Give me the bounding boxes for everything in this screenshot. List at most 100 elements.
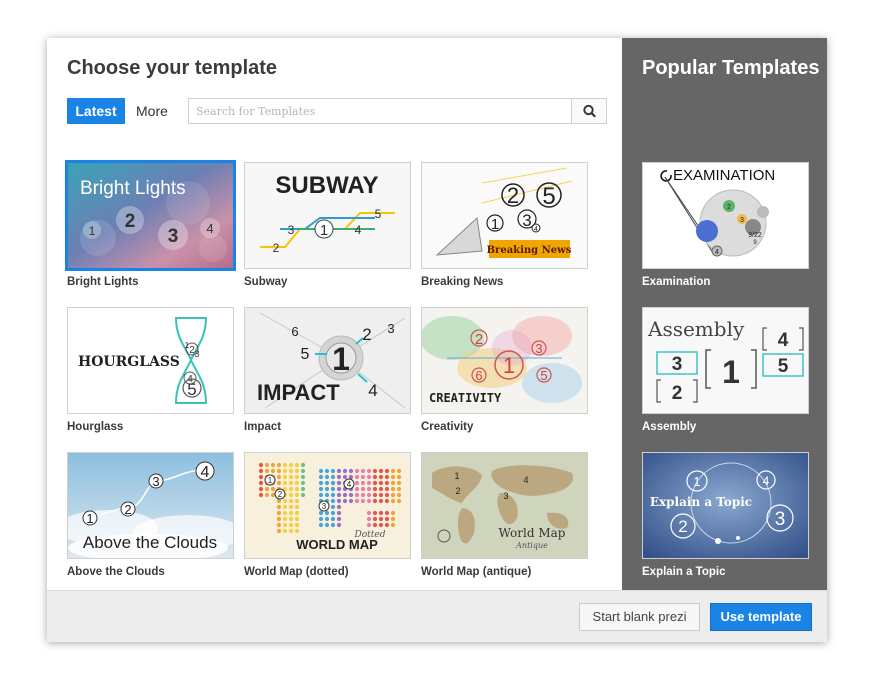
svg-text:Breaking News: Breaking News bbox=[487, 245, 572, 256]
svg-text:3: 3 bbox=[740, 217, 744, 224]
svg-text:2: 2 bbox=[727, 204, 731, 211]
svg-text:1: 1 bbox=[454, 471, 459, 481]
dialog-title: Choose your template bbox=[67, 57, 278, 79]
svg-text:1: 1 bbox=[332, 341, 350, 377]
svg-text:1: 1 bbox=[491, 216, 499, 233]
svg-text:1: 1 bbox=[693, 474, 700, 489]
svg-text:3: 3 bbox=[503, 491, 508, 501]
svg-text:CREATIVITY: CREATIVITY bbox=[429, 391, 502, 405]
start-blank-prezi-button[interactable]: Start blank prezi bbox=[579, 603, 700, 631]
svg-text:2: 2 bbox=[125, 211, 136, 232]
svg-text:4: 4 bbox=[534, 226, 538, 233]
svg-text:SUBWAY: SUBWAY bbox=[275, 172, 378, 199]
popular-templates-panel: Popular Templates EXAMINATION 2 3 4 9/22 bbox=[622, 38, 827, 590]
template-name: Creativity bbox=[421, 421, 474, 433]
template-thumbnail: 1 2 3 4 5 6 IMPACT bbox=[244, 307, 411, 414]
template-name: Breaking News bbox=[421, 276, 504, 288]
svg-text:5: 5 bbox=[375, 207, 382, 221]
search-input[interactable] bbox=[189, 99, 572, 123]
svg-text:1: 1 bbox=[89, 224, 96, 238]
template-thumbnail: 1 2 3 4 Above the Clouds bbox=[67, 452, 234, 559]
svg-text:4: 4 bbox=[778, 330, 789, 351]
svg-text:Bright Lights: Bright Lights bbox=[80, 178, 186, 199]
svg-text:4: 4 bbox=[201, 464, 210, 481]
search-icon bbox=[583, 104, 596, 118]
svg-text:4: 4 bbox=[368, 381, 377, 400]
svg-text:Antique: Antique bbox=[515, 541, 548, 550]
svg-text:3: 3 bbox=[194, 349, 199, 359]
svg-text:4: 4 bbox=[523, 475, 528, 485]
svg-text:5: 5 bbox=[187, 380, 196, 399]
svg-text:World Map: World Map bbox=[499, 526, 566, 540]
template-name: Impact bbox=[244, 421, 282, 433]
svg-text:5: 5 bbox=[542, 183, 555, 210]
tab-more[interactable]: More bbox=[125, 98, 179, 124]
svg-text:3: 3 bbox=[775, 509, 786, 530]
svg-text:2: 2 bbox=[678, 517, 687, 536]
use-template-button[interactable]: Use template bbox=[710, 603, 812, 631]
svg-text:2: 2 bbox=[273, 241, 280, 255]
template-gallery-panel: Choose your template Latest More Search … bbox=[47, 38, 622, 590]
template-search bbox=[188, 98, 607, 124]
popular-templates-title: Popular Templates bbox=[642, 57, 820, 79]
svg-text:IMPACT: IMPACT bbox=[257, 380, 340, 405]
svg-text:Assembly: Assembly bbox=[647, 317, 745, 341]
svg-text:3: 3 bbox=[672, 354, 683, 375]
template-thumbnail: 1 2 3 4 Explain a Topic bbox=[642, 452, 809, 559]
template-thumbnail: 1 2 3 4 Dotted WORLD MAP bbox=[244, 452, 411, 559]
svg-text:EXAMINATION: EXAMINATION bbox=[673, 167, 775, 184]
svg-text:2: 2 bbox=[362, 325, 371, 344]
svg-text:1: 1 bbox=[86, 511, 93, 526]
svg-text:4: 4 bbox=[715, 249, 719, 256]
svg-text:2: 2 bbox=[672, 383, 683, 404]
template-name: Subway bbox=[244, 276, 288, 288]
template-thumbnail: Assembly 1 3 2 4 5 bbox=[642, 307, 809, 414]
svg-text:Above the Clouds: Above the Clouds bbox=[83, 533, 217, 552]
svg-text:2: 2 bbox=[475, 331, 483, 348]
svg-text:3: 3 bbox=[522, 211, 531, 230]
svg-text:1: 1 bbox=[503, 353, 515, 378]
svg-text:5: 5 bbox=[301, 346, 310, 363]
search-button[interactable] bbox=[571, 99, 606, 123]
svg-text:9/22: 9/22 bbox=[748, 232, 762, 239]
svg-text:6: 6 bbox=[475, 368, 482, 383]
svg-text:4: 4 bbox=[355, 223, 362, 237]
template-thumbnail: 2 1 3 4 5 HOURGLASS bbox=[67, 307, 234, 414]
template-name: World Map (dotted) bbox=[244, 566, 349, 578]
tab-latest[interactable]: Latest bbox=[67, 98, 125, 124]
svg-text:3: 3 bbox=[288, 223, 295, 237]
svg-text:2: 2 bbox=[455, 486, 460, 496]
svg-text:2: 2 bbox=[278, 490, 283, 499]
svg-text:1: 1 bbox=[268, 476, 273, 485]
template-thumbnail: EXAMINATION 2 3 4 9/22 9 bbox=[642, 162, 809, 269]
template-thumbnail: SUBWAY 1 2 3 4 5 bbox=[244, 162, 411, 269]
svg-text:WORLD MAP: WORLD MAP bbox=[296, 537, 378, 552]
svg-text:3: 3 bbox=[322, 502, 327, 511]
template-name: World Map (antique) bbox=[421, 566, 532, 578]
svg-text:5: 5 bbox=[778, 356, 789, 377]
svg-text:3: 3 bbox=[168, 226, 179, 247]
svg-text:4: 4 bbox=[347, 480, 352, 489]
template-thumbnail: 1 2 3 5 6 CREATIVITY bbox=[421, 307, 588, 414]
template-chooser-dialog: Choose your template Latest More Search … bbox=[47, 38, 827, 642]
template-thumbnail: 1 2 3 4 World Map Antique bbox=[421, 452, 588, 559]
template-name: Bright Lights bbox=[67, 276, 139, 288]
svg-text:3: 3 bbox=[387, 321, 394, 336]
template-name: Explain a Topic bbox=[642, 566, 726, 578]
svg-text:4: 4 bbox=[206, 221, 213, 236]
svg-text:Explain a Topic: Explain a Topic bbox=[650, 495, 752, 509]
template-thumbnail: Bright Lights 1 2 3 4 bbox=[65, 160, 236, 271]
svg-text:1: 1 bbox=[320, 222, 328, 239]
svg-text:2: 2 bbox=[507, 183, 519, 208]
dialog-footer: Start blank prezi Use template bbox=[47, 590, 827, 642]
svg-text:3: 3 bbox=[152, 474, 159, 489]
template-name: Above the Clouds bbox=[67, 566, 165, 578]
template-name: Examination bbox=[642, 276, 711, 288]
template-name: Assembly bbox=[642, 421, 697, 433]
svg-text:1: 1 bbox=[185, 341, 190, 350]
template-thumbnail: 2 5 1 3 4 Breaking News bbox=[421, 162, 588, 269]
template-name: Hourglass bbox=[67, 421, 124, 433]
svg-text:4: 4 bbox=[763, 474, 770, 488]
svg-text:1: 1 bbox=[722, 354, 740, 390]
svg-text:6: 6 bbox=[291, 324, 298, 339]
